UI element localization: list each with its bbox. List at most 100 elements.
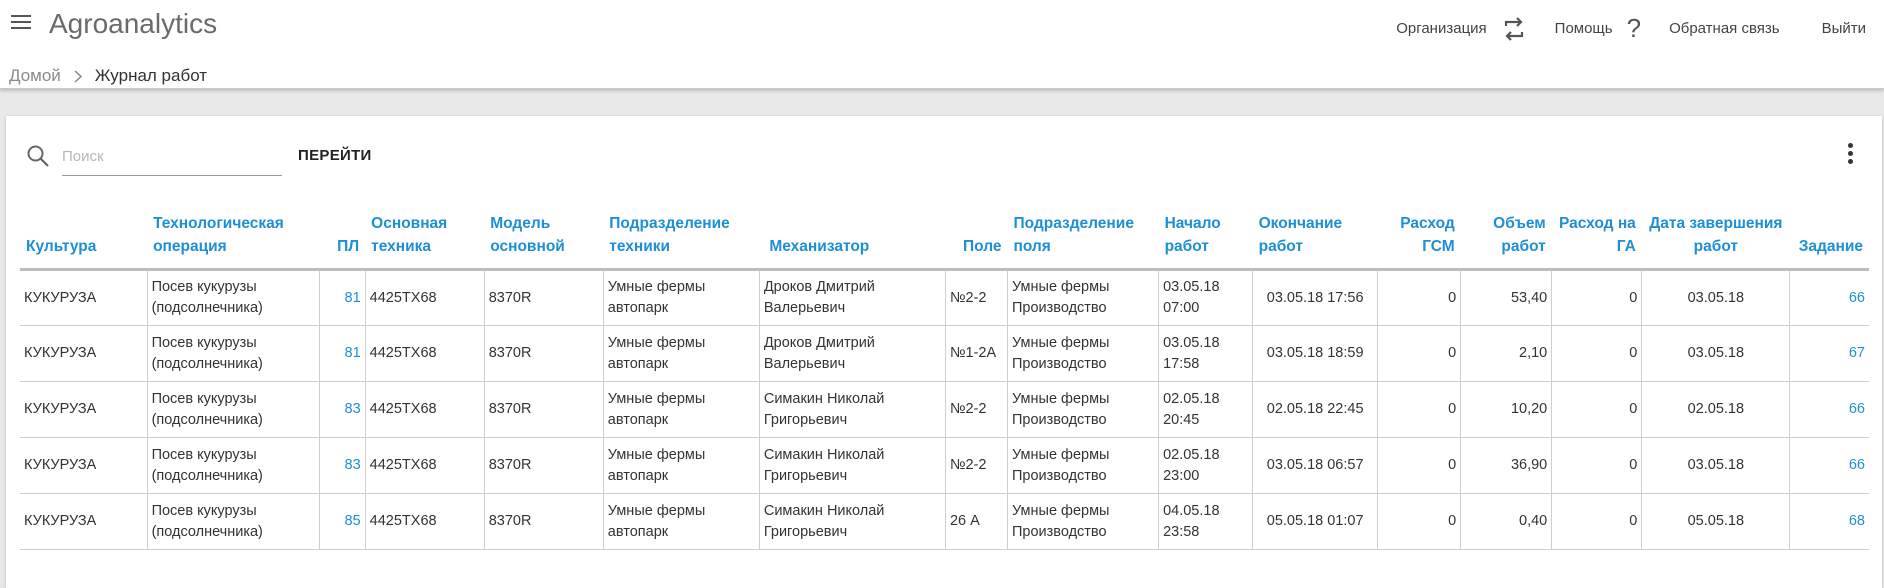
cell-field: №1-2А bbox=[945, 325, 1008, 382]
switch-organization-icon[interactable] bbox=[1501, 16, 1527, 42]
cell-start: 04.05.18 23:58 bbox=[1158, 493, 1254, 550]
cell-pl[interactable]: 83 bbox=[319, 381, 366, 438]
col-header-operation[interactable]: Технологическая операция bbox=[147, 212, 320, 271]
cell-field-division: Умные фермы Производство bbox=[1007, 325, 1160, 382]
help-icon[interactable]: ? bbox=[1627, 13, 1641, 44]
cell-volume: 0,40 bbox=[1460, 493, 1553, 550]
header-actions: Организация Помощь ? Обратная связь Выйт… bbox=[1396, 13, 1866, 44]
cell-completion-date: 03.05.18 bbox=[1641, 325, 1791, 382]
cell-volume: 53,40 bbox=[1460, 269, 1553, 326]
cell-completion-date: 05.05.18 bbox=[1641, 493, 1791, 550]
cell-main-equipment: 4425ТХ68 bbox=[365, 269, 485, 326]
cell-field-division: Умные фермы Производство bbox=[1007, 269, 1160, 326]
cell-field: №2-2 bbox=[945, 269, 1008, 326]
col-header-pl[interactable]: ПЛ bbox=[319, 212, 366, 271]
cell-main-equipment: 4425ТХ68 bbox=[365, 325, 485, 382]
work-log-card: ПЕРЕЙТИ Культура Технологическая операци… bbox=[6, 116, 1882, 588]
go-button[interactable]: ПЕРЕЙТИ bbox=[298, 147, 372, 164]
cell-operator: Симакин Николай Григорьевич bbox=[759, 381, 946, 438]
logout-link[interactable]: Выйти bbox=[1822, 20, 1866, 37]
cell-end: 03.05.18 17:56 bbox=[1252, 269, 1379, 326]
cell-culture: КУКУРУЗА bbox=[20, 493, 148, 550]
cell-equipment-division: Умные фермы автопарк bbox=[603, 381, 760, 438]
col-header-main-model[interactable]: Модель основной bbox=[484, 212, 604, 271]
cell-completion-date: 02.05.18 bbox=[1641, 381, 1791, 438]
col-header-field[interactable]: Поле bbox=[945, 212, 1008, 271]
col-header-main-equipment[interactable]: Основная техника bbox=[365, 212, 485, 271]
table-row[interactable]: КУКУРУЗА Посев кукурузы (подсолнечника) 83… bbox=[20, 437, 1869, 494]
cell-operation: Посев кукурузы (подсолнечника) bbox=[147, 381, 320, 438]
cell-task[interactable]: 66 bbox=[1789, 437, 1869, 494]
cell-operator: Симакин Николай Григорьевич bbox=[759, 493, 946, 550]
table-row[interactable]: КУКУРУЗА Посев кукурузы (подсолнечника) 81… bbox=[20, 325, 1869, 382]
col-header-end[interactable]: Окончание работ bbox=[1252, 212, 1378, 271]
cell-per-ha: 0 bbox=[1551, 381, 1643, 438]
cell-field: №2-2 bbox=[945, 381, 1008, 438]
cell-task[interactable]: 67 bbox=[1789, 325, 1869, 382]
cell-main-model: 8370R bbox=[484, 269, 604, 326]
cell-equipment-division: Умные фермы автопарк bbox=[603, 493, 760, 550]
cell-operator: Дроков Дмитрий Валерьевич bbox=[759, 269, 946, 326]
cell-equipment-division: Умные фермы автопарк bbox=[603, 437, 760, 494]
menu-icon[interactable] bbox=[11, 15, 31, 29]
feedback-link[interactable]: Обратная связь bbox=[1669, 20, 1780, 37]
cell-operator: Дроков Дмитрий Валерьевич bbox=[759, 325, 946, 382]
table-row[interactable]: КУКУРУЗА Посев кукурузы (подсолнечника) 85… bbox=[20, 493, 1869, 550]
breadcrumb-home[interactable]: Домой bbox=[9, 66, 61, 86]
cell-main-equipment: 4425ТХ68 bbox=[365, 493, 485, 550]
cell-culture: КУКУРУЗА bbox=[20, 325, 148, 382]
cell-start: 02.05.18 23:00 bbox=[1158, 437, 1254, 494]
cell-main-model: 8370R bbox=[484, 437, 604, 494]
cell-equipment-division: Умные фермы автопарк bbox=[603, 325, 760, 382]
cell-culture: КУКУРУЗА bbox=[20, 437, 148, 494]
work-log-table: Культура Технологическая операция ПЛ Осн… bbox=[20, 212, 1869, 550]
cell-fuel: 0 bbox=[1377, 493, 1462, 550]
cell-volume: 10,20 bbox=[1460, 381, 1553, 438]
cell-culture: КУКУРУЗА bbox=[20, 381, 148, 438]
breadcrumb: Домой Журнал работ bbox=[9, 66, 207, 86]
cell-field-division: Умные фермы Производство bbox=[1007, 493, 1160, 550]
cell-task[interactable]: 66 bbox=[1789, 381, 1869, 438]
cell-main-model: 8370R bbox=[484, 493, 604, 550]
cell-task[interactable]: 68 bbox=[1789, 493, 1869, 550]
cell-completion-date: 03.05.18 bbox=[1641, 269, 1791, 326]
col-header-completion-date[interactable]: Дата завершения работ bbox=[1641, 212, 1790, 271]
cell-operation: Посев кукурузы (подсолнечника) bbox=[147, 437, 320, 494]
cell-volume: 2,10 bbox=[1460, 325, 1553, 382]
col-header-start[interactable]: Начало работ bbox=[1158, 212, 1253, 271]
cell-field: 26 А bbox=[945, 493, 1008, 550]
cell-main-model: 8370R bbox=[484, 381, 604, 438]
search-input[interactable] bbox=[62, 142, 282, 176]
cell-pl[interactable]: 81 bbox=[319, 269, 366, 326]
cell-task[interactable]: 66 bbox=[1789, 269, 1869, 326]
cell-pl[interactable]: 81 bbox=[319, 325, 366, 382]
cell-per-ha: 0 bbox=[1551, 493, 1643, 550]
help-link[interactable]: Помощь bbox=[1555, 20, 1613, 37]
cell-culture: КУКУРУЗА bbox=[20, 269, 148, 326]
cell-equipment-division: Умные фермы автопарк bbox=[603, 269, 760, 326]
col-header-culture[interactable]: Культура bbox=[20, 212, 148, 271]
table-row[interactable]: КУКУРУЗА Посев кукурузы (подсолнечника) 83… bbox=[20, 381, 1869, 438]
cell-per-ha: 0 bbox=[1551, 269, 1643, 326]
cell-pl[interactable]: 83 bbox=[319, 437, 366, 494]
organization-link[interactable]: Организация bbox=[1396, 20, 1486, 37]
cell-end: 05.05.18 01:07 bbox=[1252, 493, 1379, 550]
top-bar: Agroanalytics Организация Помощь ? Обрат… bbox=[0, 0, 1884, 89]
cell-field-division: Умные фермы Производство bbox=[1007, 381, 1160, 438]
table-row[interactable]: КУКУРУЗА Посев кукурузы (подсолнечника) 81… bbox=[20, 269, 1869, 326]
col-header-per-ha[interactable]: Расход на ГА bbox=[1551, 212, 1642, 271]
cell-main-model: 8370R bbox=[484, 325, 604, 382]
col-header-operator[interactable]: Механизатор bbox=[759, 212, 946, 271]
cell-fuel: 0 bbox=[1377, 325, 1462, 382]
cell-pl[interactable]: 85 bbox=[319, 493, 366, 550]
col-header-volume[interactable]: Объем работ bbox=[1460, 212, 1552, 271]
cell-main-equipment: 4425ТХ68 bbox=[365, 381, 485, 438]
col-header-equipment-division[interactable]: Подразделение техники bbox=[603, 212, 760, 271]
col-header-field-division[interactable]: Подразделение поля bbox=[1007, 212, 1159, 271]
breadcrumb-current: Журнал работ bbox=[94, 66, 208, 85]
col-header-task[interactable]: Задание bbox=[1789, 212, 1869, 271]
more-options-icon[interactable] bbox=[1848, 143, 1854, 167]
cell-volume: 36,90 bbox=[1460, 437, 1553, 494]
col-header-fuel[interactable]: Расход ГСМ bbox=[1377, 212, 1461, 271]
chevron-right-icon bbox=[74, 69, 82, 83]
